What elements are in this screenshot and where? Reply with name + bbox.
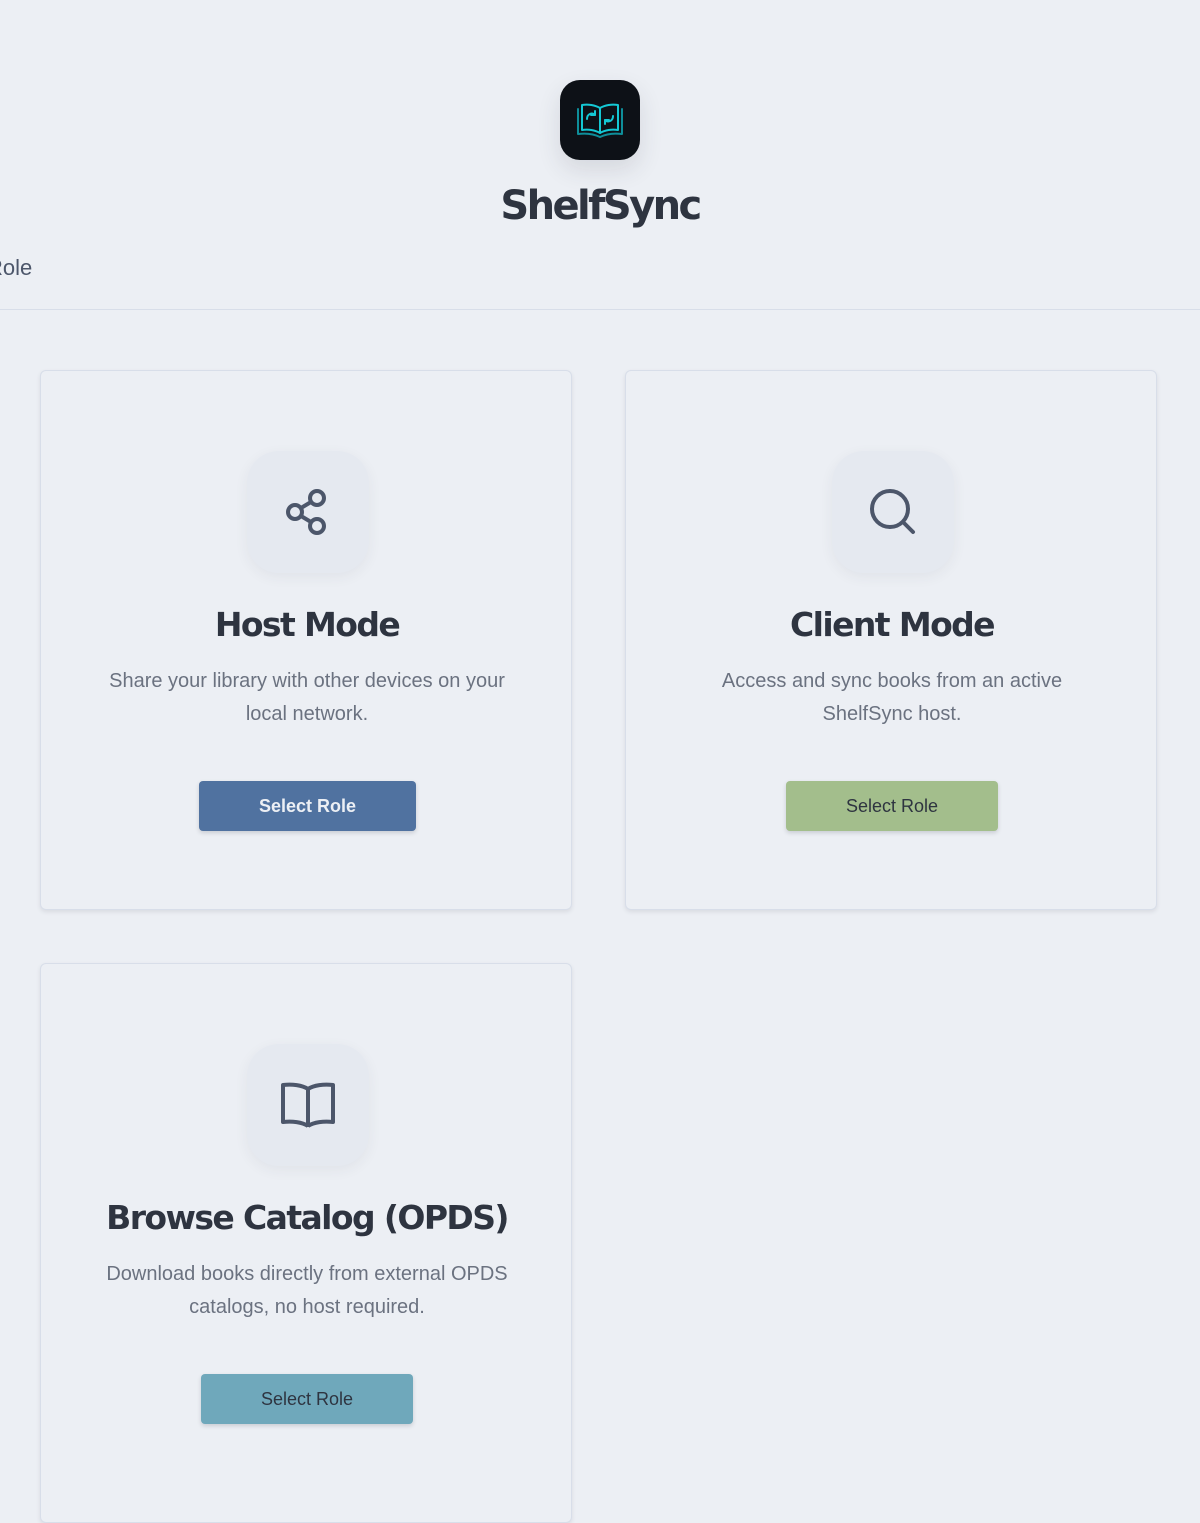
role-title: Client Mode <box>790 605 996 644</box>
page-title: Role <box>0 255 33 280</box>
icon-container <box>247 1044 369 1166</box>
role-description: Share your library with other devices on… <box>109 670 505 725</box>
role-description: Access and sync books from an active She… <box>721 670 1063 725</box>
app-header: ShelfSync Role <box>0 0 1200 310</box>
share-icon <box>286 489 326 535</box>
role-card-opds: Browse Catalog (OPDS) Download books dir… <box>40 963 572 1523</box>
icon-container <box>247 451 369 573</box>
search-icon <box>870 489 915 534</box>
app-title: ShelfSync <box>500 183 702 229</box>
role-card-client: Client Mode Access and sync books from a… <box>625 370 1157 910</box>
book-sync-icon <box>577 103 623 138</box>
select-role-button[interactable]: Select Role <box>201 1374 413 1424</box>
role-title: Host Mode <box>214 605 401 644</box>
select-role-button[interactable]: Select Role <box>199 781 416 831</box>
open-book-icon <box>281 1082 335 1128</box>
icon-container <box>832 451 954 573</box>
app-logo <box>560 80 640 160</box>
select-role-button[interactable]: Select Role <box>786 781 998 831</box>
role-card-host: Host Mode Share your library with other … <box>40 370 572 910</box>
role-description: Download books directly from external OP… <box>106 1263 508 1318</box>
role-title: Browse Catalog (OPDS) <box>106 1198 509 1237</box>
